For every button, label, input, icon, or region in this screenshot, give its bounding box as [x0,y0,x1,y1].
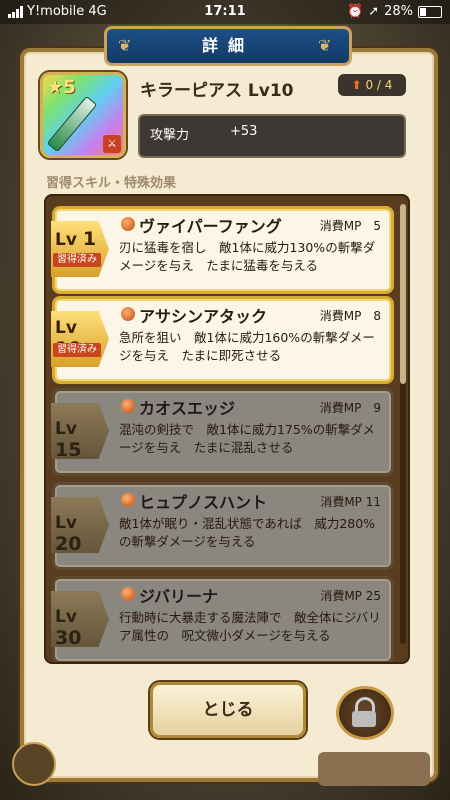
lv-prefix: Lv [55,318,77,338]
skill-description: 混沌の剣技で 敵1体に威力175%の斬撃ダメージを与え たまに混乱させる [119,422,375,455]
learned-badge: 習得済み [53,253,101,267]
skill-description: 刃に猛毒を宿し 敵1体に威力130%の斬撃ダメージを与え たまに猛毒を与える [119,240,376,273]
skill-row[interactable]: Lv 20 ヒュプノスハント 消費MP 11 敵1体が眠り・混乱状態であれば 威… [51,482,394,570]
skill-orb-icon [121,587,135,601]
skill-orb-icon [121,493,135,507]
learned-badge: 習得済み [53,343,101,357]
battery-percent: 28% [384,4,413,19]
upgrade-count: 0 / 4 [365,78,393,92]
location-icon: ➚ [368,4,380,19]
section-label: 習得スキル・特殊効果 [46,176,177,191]
menu-corner-button[interactable] [12,742,56,786]
skill-name: ヴァイパーファング [139,217,282,236]
skill-row[interactable]: Lv 30 ジバリーナ 消費MP 25 行動時に大暴走する魔法陣で 敵全体にジバ… [51,576,394,662]
lv-number: 15 [55,439,82,461]
skill-mp: 消費MP 9 [319,401,381,415]
skill-name: カオスエッジ [139,399,236,418]
level-tag: Lv 1 習得済み [51,221,109,277]
skill-name: ヒュプノスハント [139,493,268,512]
scrollbar-thumb[interactable] [400,204,406,384]
stat-label: 攻撃力 [150,128,190,143]
skill-orb-icon [121,217,135,231]
skill-row[interactable]: Lv 15 カオスエッジ 消費MP 9 混沌の剣技で 敵1体に威力175%の斬撃… [51,388,394,476]
skill-list[interactable]: Lv 1 習得済み ヴァイパーファング 消費MP 5 刃に猛毒を宿し 敵1体に威… [44,194,410,664]
level-tag: Lv 10 習得済み [51,311,109,367]
skill-name: アサシンアタック [139,307,268,326]
lock-button[interactable] [336,686,394,740]
stat-value: +53 [230,124,258,139]
ornament-left-icon: ❦ [118,36,132,55]
battery-icon [418,5,442,18]
status-right: ⏰ ➚ 28% [347,4,442,19]
dialog-title: 詳細 [104,26,352,66]
lv-prefix: Lv [55,230,77,250]
level-tag: Lv 20 [51,497,109,553]
lv-number: 1 [82,228,97,250]
skill-description: 急所を狙い 敵1体に威力160%の斬撃ダメージを与え たまに即死させる [119,330,375,363]
lv-prefix: Lv [55,419,77,439]
item-icon: ★5 ⚔ [40,72,126,158]
skill-orb-icon [121,307,135,321]
skill-mp: 消費MP 5 [319,219,381,233]
skill-description: 行動時に大暴走する魔法陣で 敵全体にジバリア属性の 呪文微小ダメージを与える [119,610,381,643]
sword-type-icon: ⚔ [103,135,121,153]
skill-description: 敵1体が眠り・混乱状態であれば 威力280%の斬撃ダメージを与える [119,516,376,549]
skill-mp: 消費MP 25 [320,589,381,603]
skill-name: ジバリーナ [139,587,219,606]
ornament-right-icon: ❦ [318,36,332,55]
skill-row[interactable]: Lv 1 習得済み ヴァイパーファング 消費MP 5 刃に猛毒を宿し 敵1体に威… [51,206,394,294]
skill-row[interactable]: Lv 10 習得済み アサシンアタック 消費MP 8 急所を狙い 敵1体に威力1… [51,296,394,384]
lock-icon [352,711,376,727]
status-bar: Y!mobile 4G 17:11 ⏰ ➚ 28% [0,0,450,24]
rarity-stars: ★5 [47,77,76,98]
alarm-icon: ⏰ [347,4,364,19]
close-button[interactable]: とじる [150,682,306,738]
level-tag: Lv 30 [51,591,109,647]
arrow-up-icon: ⬆ [351,78,362,92]
item-name: キラーピアス Lv10 [140,81,294,101]
lv-number: 30 [55,627,82,649]
lv-prefix: Lv [55,607,77,627]
lv-number: 20 [55,533,82,555]
skill-mp: 消費MP 8 [319,309,381,323]
lv-prefix: Lv [55,513,77,533]
level-tag: Lv 15 [51,403,109,459]
dagger-icon [46,95,98,153]
stats-box: 攻撃力 +53 [138,114,406,158]
upgrade-counter: ⬆ 0 / 4 [338,74,406,96]
skill-orb-icon [121,399,135,413]
skill-mp: 消費MP 11 [320,495,381,509]
background-tab [318,752,430,786]
